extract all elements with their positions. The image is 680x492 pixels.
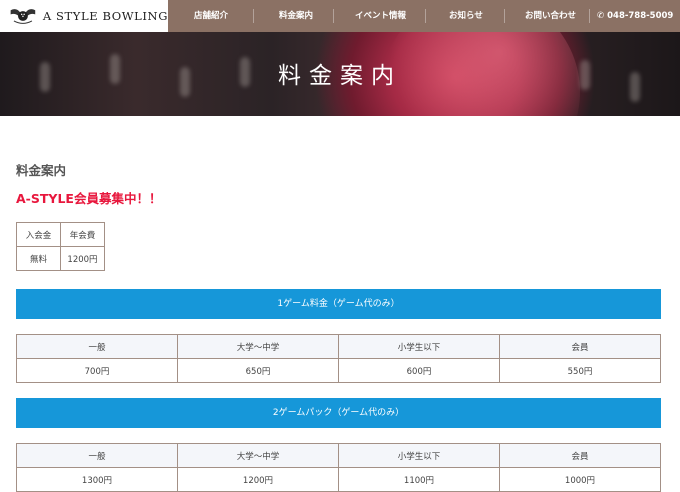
site-logo[interactable]: A STYLE BOWLING <box>0 0 168 32</box>
section-title-1-game: 1ゲーム料金（ゲーム代のみ） <box>16 289 661 319</box>
price-table-1-game: 一般 大学〜中学 小学生以下 会員 700円 650円 600円 550円 <box>16 334 661 383</box>
nav-item-contact[interactable]: お問い合わせ <box>525 0 576 32</box>
price-header: 一般 <box>16 443 178 468</box>
phone-number: 048-788-5009 <box>607 11 674 21</box>
nav-item-events[interactable]: イベント情報 <box>355 0 406 32</box>
nav-item-store[interactable]: 店舗紹介 <box>194 0 228 32</box>
price-value: 650円 <box>177 358 339 383</box>
section-title-2-game-pack: 2ゲームパック（ゲーム代のみ） <box>16 398 661 428</box>
price-header: 小学生以下 <box>338 334 500 359</box>
price-value: 700円 <box>16 358 178 383</box>
nav-divider <box>504 9 505 23</box>
hero-banner: 料金案内 <box>0 32 680 116</box>
price-header: 会員 <box>499 443 661 468</box>
price-header: 会員 <box>499 334 661 359</box>
price-header: 大学〜中学 <box>177 443 339 468</box>
nav-item-pricing[interactable]: 料金案内 <box>279 0 313 32</box>
nav-item-news[interactable]: お知らせ <box>449 0 483 32</box>
fee-header: 年会費 <box>60 222 105 247</box>
membership-campaign: A-STYLE会員募集中！！ <box>16 191 162 206</box>
nav-divider <box>589 9 590 23</box>
price-table-2-game-pack: 一般 大学〜中学 小学生以下 会員 1300円 1200円 1100円 1000… <box>16 443 661 492</box>
price-header: 大学〜中学 <box>177 334 339 359</box>
membership-fee-table: 入会金 年会費 無料 1200円 <box>16 222 105 271</box>
nav-phone[interactable]: ✆ 048-788-5009 <box>597 0 673 32</box>
price-value: 550円 <box>499 358 661 383</box>
price-header: 小学生以下 <box>338 443 500 468</box>
nav-divider <box>333 9 334 23</box>
main-nav: 店舗紹介 料金案内 イベント情報 お知らせ お問い合わせ ✆ 048-788-50… <box>168 0 680 32</box>
fee-header: 入会金 <box>16 222 61 247</box>
site-header: A STYLE BOWLING 店舗紹介 料金案内 イベント情報 お知らせ お問… <box>0 0 680 32</box>
nav-divider <box>425 9 426 23</box>
bowling-emblem-icon <box>10 9 36 24</box>
hero-title: 料金案内 <box>278 63 402 89</box>
price-value: 600円 <box>338 358 500 383</box>
fee-value: 無料 <box>16 246 61 271</box>
nav-divider <box>253 9 254 23</box>
page-heading: 料金案内 <box>16 163 67 178</box>
fee-value: 1200円 <box>60 246 105 271</box>
brand-name: A STYLE BOWLING <box>42 9 168 23</box>
phone-icon: ✆ <box>597 11 605 21</box>
price-header: 一般 <box>16 334 178 359</box>
